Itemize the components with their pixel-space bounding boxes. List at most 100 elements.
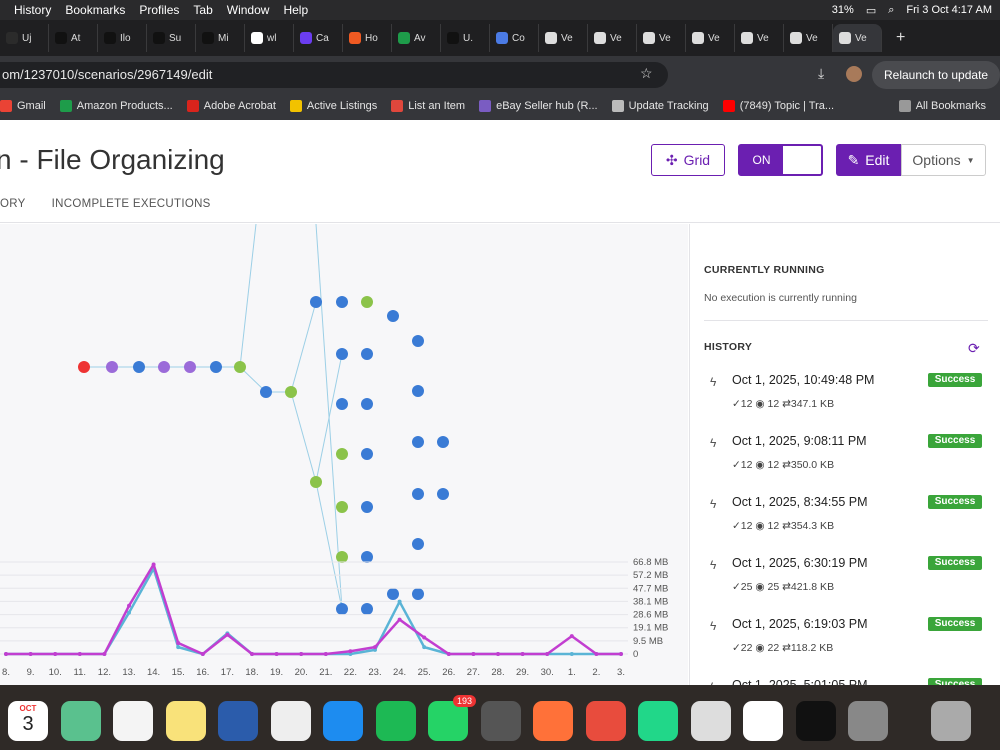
chart-point xyxy=(422,635,427,640)
bookmark-item[interactable]: Amazon Products... xyxy=(59,100,173,112)
tab-label: Ve xyxy=(806,32,818,44)
dock-app-maps-icon[interactable] xyxy=(60,701,101,741)
browser-tab[interactable]: At xyxy=(49,24,98,52)
y-tick-label: 57.2 MB xyxy=(633,570,668,581)
bookmark-item[interactable]: eBay Seller hub (R... xyxy=(479,100,598,112)
edit-button[interactable]: ✎ Edit xyxy=(836,144,901,176)
browser-tab[interactable]: Mi xyxy=(196,24,245,52)
dock-app-spotify-icon[interactable] xyxy=(375,701,416,741)
browser-tab[interactable]: Ve xyxy=(539,24,588,52)
browser-tab[interactable]: Ho xyxy=(343,24,392,52)
tab-label: Ca xyxy=(316,32,329,44)
history-entry[interactable]: ϟ Oct 1, 2025, 6:30:19 PM Success ✓25 ◉ 25 … xyxy=(704,553,988,613)
browser-tab[interactable]: Ca xyxy=(294,24,343,52)
dock-app-iphone-mirroring-icon[interactable] xyxy=(690,701,731,741)
browser-tab[interactable]: Su xyxy=(147,24,196,52)
notification-badge: 193 xyxy=(452,695,476,707)
tab-favicon-icon xyxy=(300,32,312,44)
browser-tab[interactable]: Ve xyxy=(588,24,637,52)
menu-history[interactable]: History xyxy=(14,3,51,17)
bookmark-label: Gmail xyxy=(17,100,46,112)
history-entry[interactable]: ϟ Oct 1, 2025, 6:19:03 PM Success ✓22 ◉ 22 … xyxy=(704,614,988,674)
bookmark-item[interactable]: Active Listings xyxy=(289,100,378,112)
dock-app-upwork-icon[interactable] xyxy=(795,701,836,741)
url-input[interactable]: om/1237010/scenarios/2967149/edit xyxy=(0,62,668,88)
browser-tab[interactable]: wl xyxy=(245,24,294,52)
dock-app-chrome-icon[interactable] xyxy=(270,701,311,741)
browser-tab[interactable]: Av xyxy=(392,24,441,52)
browser-tab[interactable]: Ve xyxy=(637,24,686,52)
dock-app-calculator-icon[interactable] xyxy=(480,701,521,741)
execution-metrics: ✓22 ◉ 22 ⇄118.2 KB xyxy=(732,642,834,654)
tab-label: Ho xyxy=(365,32,378,44)
bookmark-item[interactable]: Gmail xyxy=(0,100,46,112)
dock-app-notes-icon[interactable] xyxy=(165,701,206,741)
bookmark-item[interactable]: Update Tracking xyxy=(611,100,709,112)
browser-tab[interactable]: Ve xyxy=(784,24,833,52)
history-entry[interactable]: ϟ Oct 1, 2025, 9:08:11 PM Success ✓12 ◉ 12 … xyxy=(704,431,988,491)
bookmark-item[interactable]: All Bookmarks xyxy=(898,100,986,112)
menu-tab[interactable]: Tab xyxy=(193,3,212,17)
datetime[interactable]: Fri 3 Oct 4:17 AM xyxy=(906,4,992,16)
browser-tab[interactable]: Ilo xyxy=(98,24,147,52)
dock-app-firefox-icon[interactable] xyxy=(533,701,573,741)
dock-app-appstore-icon[interactable] xyxy=(323,701,363,741)
menu-window[interactable]: Window xyxy=(227,3,270,17)
tab-label: Mi xyxy=(218,32,229,44)
menu-bookmarks[interactable]: Bookmarks xyxy=(65,3,125,17)
dock-app-reminders-icon[interactable] xyxy=(113,701,153,741)
chart-point xyxy=(274,652,279,656)
bookmark-label: eBay Seller hub (R... xyxy=(496,100,598,112)
refresh-icon[interactable]: ⟳ xyxy=(968,340,980,357)
browser-tab[interactable]: Ve xyxy=(833,24,882,52)
grid-button[interactable]: ✣ Grid xyxy=(651,144,725,176)
toggle-on-label: ON xyxy=(740,146,783,174)
bookmark-item[interactable]: Adobe Acrobat xyxy=(186,100,276,112)
dock-app-tasks-icon[interactable] xyxy=(585,701,626,741)
menu-help[interactable]: Help xyxy=(283,3,308,17)
scenario-canvas[interactable]: 66.8 MB 57.2 MB 47.7 MB 38.1 MB 28.6 MB 19.1 … xyxy=(0,223,688,685)
grid-icon: ✣ xyxy=(665,151,678,168)
x-tick-label: 2. xyxy=(592,667,600,678)
bookmark-item[interactable]: List an Item xyxy=(391,100,465,112)
scheduling-toggle[interactable]: ON xyxy=(738,144,823,176)
browser-tab[interactable]: U. xyxy=(441,24,490,52)
x-tick-label: 20. xyxy=(295,667,308,678)
tab-label: At xyxy=(71,32,81,44)
browser-tab[interactable]: Uj xyxy=(0,24,49,52)
download-icon[interactable]: ⤓ xyxy=(818,65,824,82)
history-entry[interactable]: ϟ Oct 1, 2025, 10:49:48 PM Success ✓12 ◉ 12… xyxy=(704,370,988,430)
chart-point xyxy=(545,652,550,656)
x-tick-label: 25. xyxy=(418,667,431,678)
dock-app-slack-icon[interactable] xyxy=(743,701,783,741)
tab-label: Uj xyxy=(22,32,32,44)
bolt-icon: ϟ xyxy=(710,375,717,389)
bookmark-item[interactable]: (7849) Topic | Tra... xyxy=(722,100,834,112)
execution-side-panel: CURRENTLY RUNNING No execution is curren… xyxy=(689,224,1000,694)
chart-point xyxy=(397,617,402,622)
history-entry[interactable]: ϟ Oct 1, 2025, 8:34:55 PM Success ✓12 ◉ 12 … xyxy=(704,492,988,552)
avatar[interactable] xyxy=(846,66,862,82)
dock-app-calendar-icon[interactable]: OCT 3 xyxy=(8,701,48,741)
menu-profiles[interactable]: Profiles xyxy=(139,3,179,17)
relaunch-button[interactable]: Relaunch to update xyxy=(872,61,1000,89)
chevron-down-icon: ▼ xyxy=(966,155,975,165)
browser-tab[interactable]: Ve xyxy=(735,24,784,52)
dock-app-word-icon[interactable] xyxy=(218,701,258,741)
new-tab-button[interactable]: + xyxy=(896,29,905,47)
browser-tab[interactable]: Co xyxy=(490,24,539,52)
bookmark-star-icon[interactable]: ☆ xyxy=(640,65,653,82)
dock-app-system-settings-icon[interactable] xyxy=(848,701,888,741)
battery-percent[interactable]: 31% xyxy=(832,4,854,16)
browser-tab[interactable]: Ve xyxy=(686,24,735,52)
tab-favicon-icon xyxy=(251,32,263,44)
dock-app-pycharm-icon[interactable] xyxy=(638,701,678,741)
dock-app-trash-icon[interactable] xyxy=(930,701,971,741)
options-dropdown[interactable]: Options ▼ xyxy=(901,144,986,176)
tab-incomplete-executions[interactable]: INCOMPLETE EXECUTIONS xyxy=(52,198,211,210)
tab-history[interactable]: ORY xyxy=(0,198,26,210)
execution-datetime: Oct 1, 2025, 10:49:48 PM xyxy=(732,373,875,387)
dock-app-whatsapp-icon[interactable]: 193 xyxy=(428,695,476,741)
bookmark-label: Active Listings xyxy=(306,100,378,112)
search-icon[interactable]: ⌕ xyxy=(888,4,894,17)
